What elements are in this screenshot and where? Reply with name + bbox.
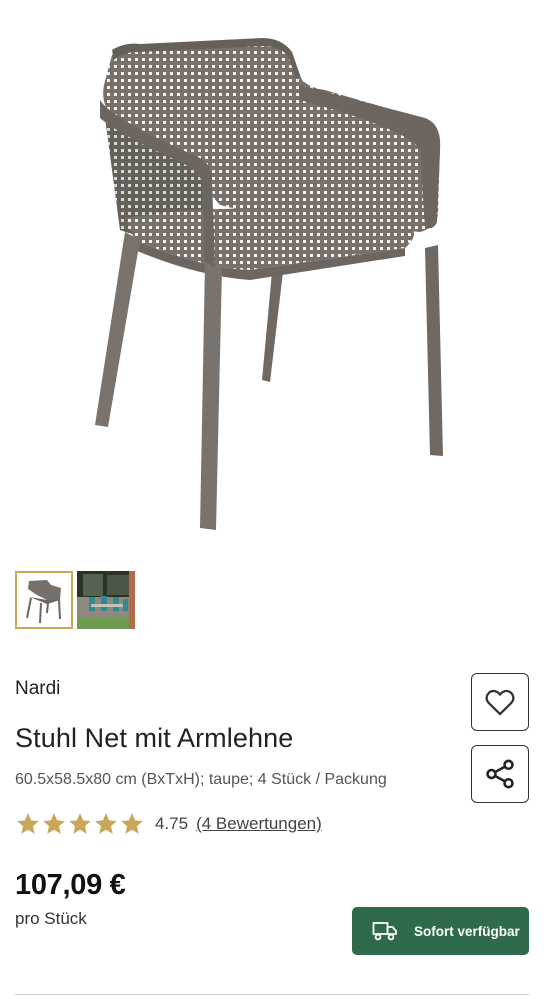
outdoor-scene-thumbnail[interactable] xyxy=(77,571,135,629)
product-rating: 4.75 (4 Bewertungen) xyxy=(15,811,322,837)
product-brand[interactable]: Nardi xyxy=(15,678,60,700)
outdoor-scene-image xyxy=(77,571,135,629)
section-divider xyxy=(15,994,529,995)
thumbnail-gallery xyxy=(15,571,135,629)
product-title: Stuhl Net mit Armlehne xyxy=(15,723,294,753)
availability-label: Sofort verfügbar xyxy=(414,923,520,939)
heart-icon xyxy=(485,689,515,716)
truck-icon xyxy=(372,922,397,941)
product-description: 60.5x58.5x80 cm (BxTxH); taupe; 4 Stück … xyxy=(15,771,387,788)
product-main-image[interactable] xyxy=(0,0,544,560)
favorite-button[interactable] xyxy=(471,673,529,731)
star-icon xyxy=(17,813,39,834)
star-icon xyxy=(121,813,143,834)
price-unit: pro Stück xyxy=(15,909,87,928)
star-icon xyxy=(43,813,65,834)
share-icon xyxy=(486,759,514,789)
star-icon xyxy=(69,813,91,834)
chair-product-thumbnail[interactable] xyxy=(15,571,73,629)
rating-stars xyxy=(15,811,145,837)
share-button[interactable] xyxy=(471,745,529,803)
chair-thumbnail-image xyxy=(17,573,71,627)
star-icon xyxy=(95,813,117,834)
reviews-link[interactable]: (4 Bewertungen) xyxy=(196,814,322,834)
rating-value: 4.75 xyxy=(155,814,189,833)
chair-illustration xyxy=(95,38,443,530)
product-price: 107,09 € xyxy=(15,869,126,901)
availability-button[interactable]: Sofort verfügbar xyxy=(352,907,529,955)
